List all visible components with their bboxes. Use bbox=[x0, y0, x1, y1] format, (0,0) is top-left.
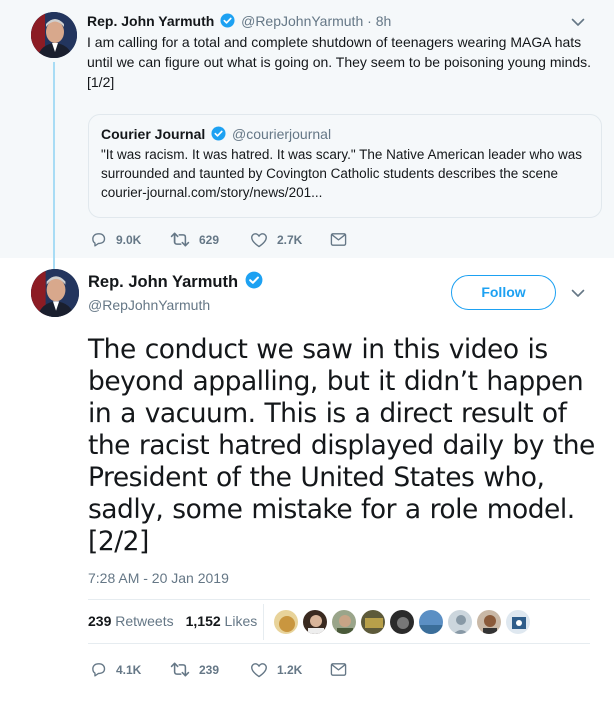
like-button[interactable]: 2.7K bbox=[250, 232, 330, 248]
follow-button[interactable]: Follow bbox=[451, 275, 556, 310]
retweets-stat-count: 239 bbox=[88, 613, 112, 629]
stats-separator bbox=[263, 604, 264, 640]
likes-stat-label: Likes bbox=[224, 613, 258, 629]
tweet-stats: 239 Retweets 1,152 Likes bbox=[88, 612, 257, 630]
retweets-stat[interactable]: 239 Retweets bbox=[88, 613, 174, 629]
parent-tweet-time[interactable]: 8h bbox=[376, 13, 392, 29]
liker-avatar[interactable] bbox=[302, 609, 328, 635]
parent-tweet-header: Rep. John Yarmuth @RepJohnYarmuth · 8h bbox=[87, 12, 391, 32]
quoted-tweet-header: Courier Journal @courierjournal bbox=[101, 125, 331, 145]
heart-icon bbox=[250, 662, 277, 678]
verified-badge-icon bbox=[211, 126, 226, 145]
reply-count: 9.0K bbox=[116, 232, 142, 247]
retweet-icon bbox=[170, 661, 199, 678]
parent-author-handle[interactable]: @RepJohnYarmuth bbox=[241, 13, 363, 29]
author-avatar[interactable] bbox=[31, 269, 79, 317]
quoted-author-name: Courier Journal bbox=[101, 126, 206, 142]
liker-avatar[interactable] bbox=[273, 609, 299, 635]
reply-button[interactable]: 4.1K bbox=[90, 661, 170, 678]
parent-author-name[interactable]: Rep. John Yarmuth bbox=[87, 13, 214, 29]
divider bbox=[88, 643, 590, 644]
reply-icon bbox=[90, 661, 116, 678]
author-name[interactable]: Rep. John Yarmuth bbox=[88, 271, 265, 295]
author-handle[interactable]: @RepJohnYarmuth bbox=[88, 296, 210, 314]
liker-avatars bbox=[273, 609, 534, 635]
like-count: 1.2K bbox=[277, 662, 303, 677]
retweet-button[interactable]: 239 bbox=[170, 661, 250, 678]
tweet-text: The conduct we saw in this video is beyo… bbox=[88, 334, 595, 557]
retweet-count: 629 bbox=[199, 232, 220, 247]
quoted-tweet-card[interactable]: Courier Journal @courierjournal "It was … bbox=[88, 114, 602, 218]
chevron-down-icon[interactable] bbox=[571, 285, 585, 303]
liker-avatar[interactable] bbox=[447, 609, 473, 635]
quoted-tweet-text: "It was racism. It was hatred. It was sc… bbox=[101, 147, 583, 200]
parent-tweet-text: I am calling for a total and complete sh… bbox=[87, 34, 592, 90]
liker-avatar[interactable] bbox=[505, 609, 531, 635]
heart-icon bbox=[250, 232, 277, 248]
liker-avatar[interactable] bbox=[418, 609, 444, 635]
retweet-button[interactable]: 629 bbox=[170, 231, 250, 248]
like-count: 2.7K bbox=[277, 232, 303, 247]
divider bbox=[88, 599, 590, 600]
author-name-text[interactable]: Rep. John Yarmuth bbox=[88, 273, 238, 291]
thread-connector-line bbox=[53, 62, 55, 272]
retweet-count: 239 bbox=[199, 662, 220, 677]
direct-message-button[interactable] bbox=[330, 232, 356, 247]
quoted-author-handle: @courierjournal bbox=[232, 126, 332, 142]
retweet-icon bbox=[170, 231, 199, 248]
verified-badge-icon bbox=[245, 271, 263, 295]
reply-count: 4.1K bbox=[116, 662, 142, 677]
header-separator: · bbox=[367, 13, 372, 29]
parent-tweet-actions: 9.0K 629 2.7K bbox=[90, 231, 356, 248]
direct-message-icon bbox=[330, 662, 356, 677]
liker-avatar[interactable] bbox=[331, 609, 357, 635]
likes-stat-count: 1,152 bbox=[185, 613, 221, 629]
direct-message-button[interactable] bbox=[330, 662, 356, 677]
tweet-actions: 4.1K 239 1.2K bbox=[90, 661, 356, 678]
reply-button[interactable]: 9.0K bbox=[90, 231, 170, 248]
likes-stat[interactable]: 1,152 Likes bbox=[186, 613, 258, 629]
direct-message-icon bbox=[330, 232, 356, 247]
tweet-timestamp[interactable]: 7:28 AM - 20 Jan 2019 bbox=[88, 569, 229, 587]
chevron-down-icon[interactable] bbox=[571, 14, 585, 32]
retweets-stat-label: Retweets bbox=[115, 613, 174, 629]
like-button[interactable]: 1.2K bbox=[250, 662, 330, 678]
liker-avatar[interactable] bbox=[476, 609, 502, 635]
parent-author-avatar[interactable] bbox=[31, 12, 77, 58]
liker-avatar[interactable] bbox=[389, 609, 415, 635]
parent-tweet[interactable]: Rep. John Yarmuth @RepJohnYarmuth · 8h I… bbox=[0, 0, 614, 272]
liker-avatar[interactable] bbox=[360, 609, 386, 635]
reply-icon bbox=[90, 231, 116, 248]
verified-badge-icon bbox=[220, 13, 235, 32]
